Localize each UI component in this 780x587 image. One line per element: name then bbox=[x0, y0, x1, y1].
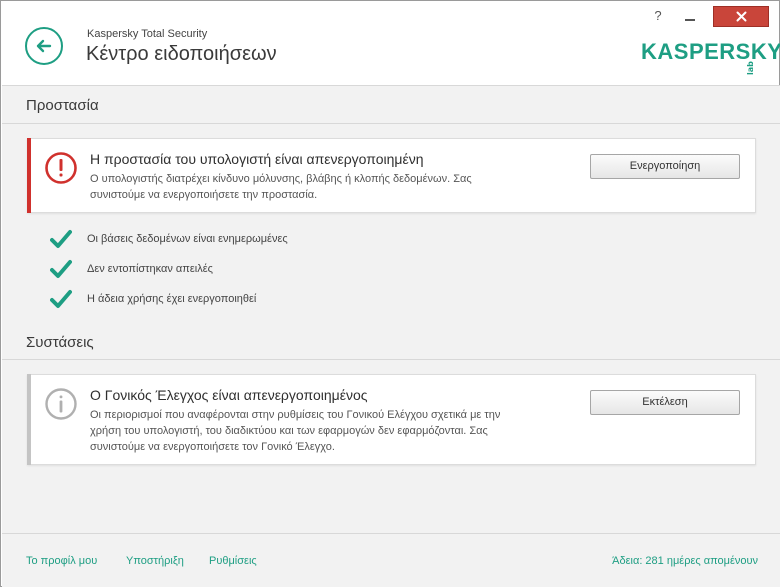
page-title: Κέντρο ειδοποιήσεων bbox=[86, 43, 277, 65]
section-divider bbox=[2, 123, 780, 124]
kaspersky-logo: KASPERSKY bbox=[641, 39, 780, 64]
close-icon bbox=[736, 11, 747, 22]
footer: Το προφίλ μου Υποστήριξη Ρυθμίσεις Άδεια… bbox=[2, 533, 780, 587]
info-circle-icon bbox=[45, 388, 77, 420]
checkmark-icon bbox=[50, 230, 72, 248]
app-name: Kaspersky Total Security bbox=[87, 28, 208, 40]
main-content: Προστασία Η προστασία του υπολογιστή είν… bbox=[2, 85, 780, 533]
protection-alert-card: Η προστασία του υπολογιστή είναι απενεργ… bbox=[27, 138, 756, 213]
section-divider bbox=[2, 359, 780, 360]
enable-protection-button[interactable]: Ενεργοποίηση bbox=[590, 154, 740, 179]
recommendation-description-line-2: χρήση του υπολογιστή, του διαδικτύου και… bbox=[90, 425, 488, 437]
alert-description-line-2: συνιστούμε να ενεργοποιήσετε την προστασ… bbox=[90, 189, 318, 201]
alert-title: Η προστασία του υπολογιστή είναι απενεργ… bbox=[90, 151, 424, 167]
card-accent-bar bbox=[27, 374, 31, 465]
run-parental-control-button[interactable]: Εκτέλεση bbox=[590, 390, 740, 415]
checkmark-icon bbox=[50, 260, 72, 278]
status-item-label: Η άδεια χρήσης έχει ενεργοποιηθεί bbox=[87, 293, 257, 305]
license-status[interactable]: Άδεια: 281 ημέρες απομένουν bbox=[612, 555, 758, 567]
alert-description-line-1: Ο υπολογιστής διατρέχει κίνδυνο μόλυνσης… bbox=[90, 173, 472, 185]
minimize-button[interactable] bbox=[677, 7, 703, 25]
minimize-icon bbox=[685, 19, 695, 21]
section-title-protection: Προστασία bbox=[26, 97, 99, 114]
recommendation-description-line-3: συνιστούμε να ενεργοποιήσετε τον Γονικό … bbox=[90, 441, 335, 453]
settings-link[interactable]: Ρυθμίσεις bbox=[209, 555, 257, 567]
arrow-left-icon bbox=[36, 39, 52, 53]
kaspersky-logo-lab: lab bbox=[746, 53, 756, 75]
section-title-recommendations: Συστάσεις bbox=[26, 334, 94, 351]
recommendation-title: Ο Γονικός Έλεγχος είναι απενεργοποιημένο… bbox=[90, 387, 368, 403]
close-button[interactable] bbox=[713, 6, 769, 27]
my-profile-link[interactable]: Το προφίλ μου bbox=[26, 555, 97, 567]
recommendation-card: Ο Γονικός Έλεγχος είναι απενεργοποιημένο… bbox=[27, 374, 756, 465]
exclamation-circle-icon bbox=[45, 152, 77, 184]
back-button[interactable] bbox=[25, 27, 63, 65]
help-button[interactable]: ? bbox=[649, 8, 667, 26]
alert-accent-bar bbox=[27, 138, 31, 213]
logo-lab-text: lab bbox=[746, 61, 755, 75]
app-window: Kaspersky Total Security Κέντρο ειδοποιή… bbox=[0, 0, 780, 587]
status-item-label: Δεν εντοπίστηκαν απειλές bbox=[87, 263, 213, 275]
support-link[interactable]: Υποστήριξη bbox=[126, 555, 184, 567]
recommendation-description-line-1: Οι περιορισμοί που αναφέρονται στην ρυθμ… bbox=[90, 409, 501, 421]
checkmark-icon bbox=[50, 290, 72, 308]
header: Kaspersky Total Security Κέντρο ειδοποιή… bbox=[1, 1, 780, 85]
status-item-label: Οι βάσεις δεδομένων είναι ενημερωμένες bbox=[87, 233, 288, 245]
